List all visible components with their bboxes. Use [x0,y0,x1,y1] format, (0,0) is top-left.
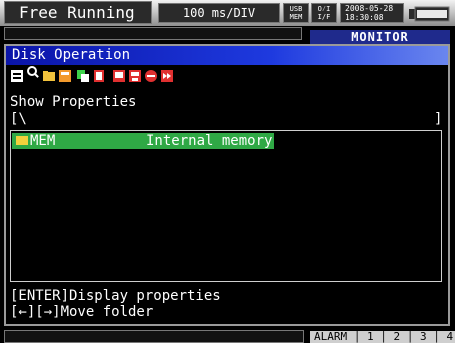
monitor-badge: MONITOR [310,30,450,44]
alarm-label: ALARM [314,330,348,343]
file-name: MEM [30,133,56,149]
save-icon[interactable] [128,69,142,83]
io-bottom-label: I/F [317,13,331,21]
help-arrows: [←][→]Move folder [10,304,154,320]
mem-label: MEM [289,13,303,21]
message-area [4,27,302,40]
acquisition-mode: Free Running [4,1,152,24]
alarm-indicator: ALARM │ 1 │ 2 │ 3 │ 4 [310,331,455,343]
screen-icon[interactable] [112,69,126,83]
alarm-channel-3: 3 [420,330,427,343]
datetime-display: 2008-05-28 18:30:08 [340,3,404,23]
interface-indicator: O⁄I I/F [311,3,337,23]
dialog-toolbar [10,66,310,85]
delete-icon[interactable] [92,69,106,83]
folder-open-icon[interactable] [42,69,56,83]
date-text: 2008-05-28 [345,4,394,13]
alarm-channel-2: 2 [393,330,401,343]
properties-icon[interactable] [10,69,24,83]
current-command: Show Properties [10,94,137,110]
file-description: Internal memory [146,133,273,149]
path-close-bracket: ] [434,111,443,127]
bottom-message-area [4,330,304,343]
folder-icon [16,136,28,145]
time-text: 18:30:08 [345,13,384,22]
io-top-label: O⁄I [317,5,331,13]
timebase-indicator: 100 ms/DIV [158,3,280,23]
usb-label: USB [289,5,303,13]
usb-mem-indicator: USB MEM [283,3,309,23]
battery-icon [409,6,450,22]
copy-icon[interactable] [76,69,90,83]
record-icon[interactable] [144,69,158,83]
fast-forward-icon[interactable] [160,69,174,83]
file-save-icon[interactable] [58,69,72,83]
file-list [10,130,442,282]
path-open-bracket: [\ [10,111,27,127]
alarm-channel-1: 1 [367,330,374,343]
dialog-title: Disk Operation [6,46,448,65]
alarm-channel-4: 4 [446,330,454,343]
help-enter: [ENTER]Display properties [10,288,221,304]
search-icon[interactable] [26,65,40,79]
